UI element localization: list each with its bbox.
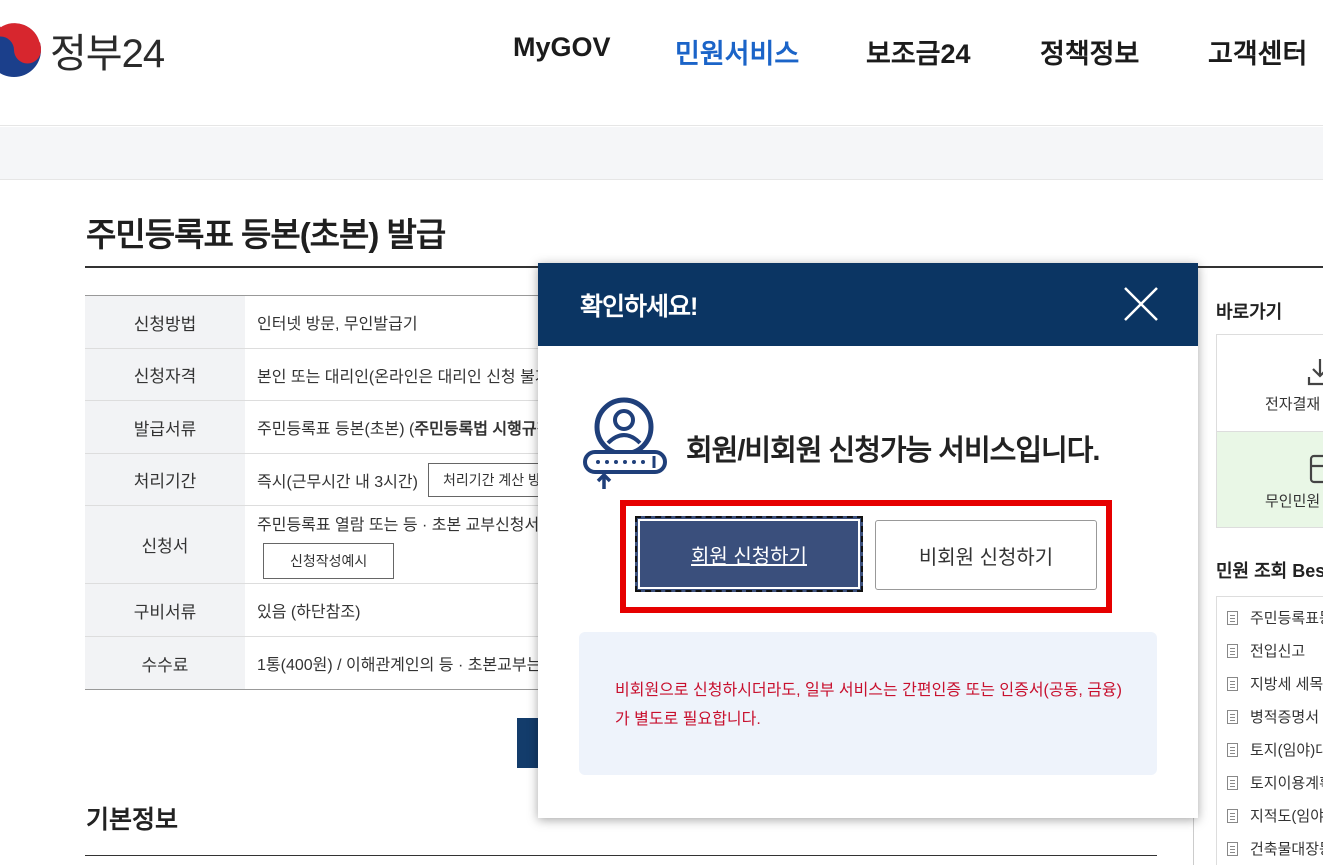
row-value: 있음 (하단참조) xyxy=(257,604,361,621)
document-icon xyxy=(1227,676,1238,691)
document-icon xyxy=(1227,610,1238,625)
best-item[interactable]: 지적도(임야) xyxy=(1217,799,1323,832)
nonmember-apply-button[interactable]: 비회원 신청하기 xyxy=(875,520,1097,590)
best-item-label: 병적증명서 발 xyxy=(1250,709,1323,726)
right-sidebar: 바로가기 전자결재 무인민원 민원 조회 Best 주민등록표등 전입신고 지방… xyxy=(1193,268,1323,865)
modal-title: 확인하세요! xyxy=(580,293,698,321)
row-label: 처리기간 xyxy=(85,454,245,505)
document-icon xyxy=(1227,643,1238,658)
best-item[interactable]: 건축물대장등 xyxy=(1217,832,1323,865)
nav-mygov[interactable]: MyGOV xyxy=(513,32,611,63)
document-value: 주민등록표 등본(초본) ( xyxy=(257,421,415,438)
best-item[interactable]: 지방세 세목별 xyxy=(1217,667,1323,700)
row-label: 신청자격 xyxy=(85,349,245,400)
row-value: 즉시(근무시간 내 3시간) 처리기간 계산 방 xyxy=(245,454,545,505)
best-item-label: 주민등록표등 xyxy=(1250,610,1323,627)
nav-civil-service[interactable]: 민원서비스 xyxy=(675,32,799,71)
shortcut-label: 무인민원 xyxy=(1265,493,1321,510)
document-icon xyxy=(1227,841,1238,856)
notice-text: 비회원으로 신청하시더라도, 일부 서비스는 간편인증 또는 인증서(공동, 금… xyxy=(615,682,1122,728)
best-list: 주민등록표등 전입신고 지방세 세목별 병적증명서 발 토지(임야)대 토지이용… xyxy=(1216,596,1323,865)
best-item[interactable]: 토지(임야)대 xyxy=(1217,733,1323,766)
period-value: 즉시(근무시간 내 3시간) xyxy=(257,473,418,491)
section-title: 기본정보 xyxy=(86,806,179,834)
nav-customer-center[interactable]: 고객센터 xyxy=(1208,32,1307,71)
nav-policy-info[interactable]: 정책정보 xyxy=(1040,32,1139,71)
row-value: 주민등록표 등본(초본) (주민등록법 시행규칙 xyxy=(245,401,545,453)
page-title: 주민등록표 등본(초본) 발급 xyxy=(86,216,446,253)
nav-subsidy24[interactable]: 보조금24 xyxy=(866,32,971,71)
period-calc-button[interactable]: 처리기간 계산 방 xyxy=(427,462,545,497)
notice-box: 비회원으로 신청하시더라도, 일부 서비스는 간편인증 또는 인증서(공동, 금… xyxy=(579,632,1157,775)
modal-message: 회원/비회원 신청가능 서비스입니다. xyxy=(686,435,1100,467)
table-row: 신청서 주민등록표 열람 또는 등 · 초본 교부신청서, 주 신청작성예시 xyxy=(85,506,545,584)
sub-nav-band xyxy=(0,127,1323,180)
best-title: 민원 조회 Best xyxy=(1216,561,1323,581)
shortcut-e-approval[interactable]: 전자결재 xyxy=(1217,335,1323,431)
global-nav: MyGOV 민원서비스 보조금24 정책정보 고객센터 xyxy=(0,32,1323,72)
row-value: 인터넷 방문, 무인발급기 xyxy=(257,316,418,333)
row-value: 1통(400원) / 이해관계인의 등 · 초본교부는 xyxy=(257,657,542,674)
site-header: 정부24 MyGOV 민원서비스 보조금24 정책정보 고객센터 xyxy=(0,0,1323,126)
shortcut-title: 바로가기 xyxy=(1216,302,1283,322)
best-item-label: 토지(임야)대 xyxy=(1250,742,1323,759)
best-item[interactable]: 토지이용계획 xyxy=(1217,766,1323,799)
table-row: 구비서류 있음 (하단참조) xyxy=(85,584,545,637)
member-login-icon xyxy=(583,397,667,489)
download-icon xyxy=(1307,359,1323,386)
best-item-label: 토지이용계획 xyxy=(1250,775,1323,792)
best-item-label: 지적도(임야) xyxy=(1250,808,1323,825)
member-apply-button[interactable]: 회원 신청하기 xyxy=(635,516,863,592)
best-item-label: 전입신고 xyxy=(1250,643,1306,660)
shortcut-label: 전자결재 xyxy=(1265,396,1321,413)
best-item-label: 지방세 세목별 xyxy=(1250,676,1323,693)
kiosk-icon xyxy=(1309,454,1323,484)
document-icon xyxy=(1227,742,1238,757)
section-divider xyxy=(85,855,1157,856)
document-icon xyxy=(1227,709,1238,724)
row-value: 주민등록표 열람 또는 등 · 초본 교부신청서, 주 신청작성예시 xyxy=(245,506,545,583)
form-example-button[interactable]: 신청작성예시 xyxy=(263,542,395,579)
document-icon xyxy=(1227,775,1238,790)
table-row: 발급서류 주민등록표 등본(초본) (주민등록법 시행규칙 xyxy=(85,401,545,454)
table-row: 처리기간 즉시(근무시간 내 3시간) 처리기간 계산 방 xyxy=(85,454,545,506)
best-item-label: 건축물대장등 xyxy=(1250,841,1323,858)
document-icon xyxy=(1227,808,1238,823)
best-item[interactable]: 주민등록표등 xyxy=(1217,601,1323,634)
close-icon[interactable] xyxy=(1122,285,1160,323)
best-item[interactable]: 전입신고 xyxy=(1217,634,1323,667)
row-label: 구비서류 xyxy=(85,584,245,636)
shortcut-box: 전자결재 무인민원 xyxy=(1216,334,1323,528)
table-row: 신청자격 본인 또는 대리인(온라인은 대리인 신청 불가 xyxy=(85,349,545,401)
modal-header: 확인하세요! xyxy=(538,263,1198,346)
service-info-table: 신청방법 인터넷 방문, 무인발급기 신청자격 본인 또는 대리인(온라인은 대… xyxy=(85,295,545,690)
document-law-text: 주민등록법 시행규칙 xyxy=(414,421,545,438)
shortcut-kiosk[interactable]: 무인민원 xyxy=(1217,431,1323,527)
row-label: 신청방법 xyxy=(85,296,245,348)
row-value: 본인 또는 대리인(온라인은 대리인 신청 불가 xyxy=(257,368,545,386)
table-row: 신청방법 인터넷 방문, 무인발급기 xyxy=(85,296,545,349)
row-label: 수수료 xyxy=(85,637,245,689)
best-item[interactable]: 병적증명서 발 xyxy=(1217,700,1323,733)
row-label: 신청서 xyxy=(85,506,245,583)
table-row: 수수료 1통(400원) / 이해관계인의 등 · 초본교부는 xyxy=(85,637,545,690)
form-value: 주민등록표 열람 또는 등 · 초본 교부신청서, 주 xyxy=(257,516,545,534)
row-label: 발급서류 xyxy=(85,401,245,453)
confirm-modal: 확인하세요! 회원/비회원 신청가능 서비스입니다. 회원 신청하기 비회원 신… xyxy=(538,263,1198,818)
